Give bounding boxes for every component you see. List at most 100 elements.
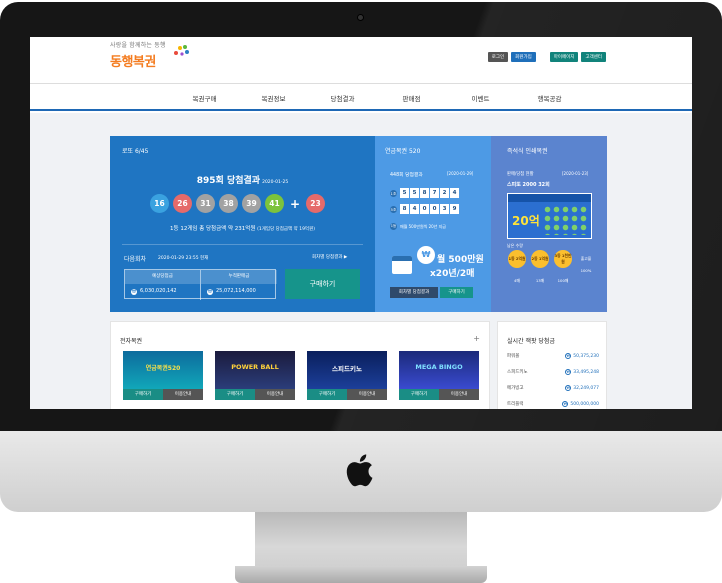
game-thumbnail[interactable]: POWER BALL	[215, 351, 295, 389]
jackpot-amount-wrap: ₩32,249,077	[565, 385, 599, 391]
card-buttons: 구매하기 이용안내	[215, 389, 295, 400]
game-guide-button[interactable]: 이용안내	[255, 389, 295, 400]
pension-panel: 연금복권 520 448회 당첨결과 [2020-01-29] 1조 5 5 8…	[375, 136, 491, 312]
expected-prize-value-row: ₩ 6,030,020,142	[125, 284, 200, 299]
instant-rank-grid: 1등 2억원 4매 2등 1억원 13매 3등 1천만원 100매 출고율 10…	[507, 250, 596, 284]
lotto-balls: 16 26 31 38 39 41 + 23	[150, 194, 325, 213]
pension-digit: 9	[450, 204, 459, 214]
jackpot-name: 메가빙고	[507, 386, 524, 391]
release-rate-value: 100%	[580, 268, 592, 273]
lotto-draw-text: 895회 당첨결과	[196, 176, 261, 186]
nav-item-stores[interactable]: 판매점	[377, 93, 446, 103]
jackpot-row[interactable]: 스피드키노 ₩33,495,248	[507, 369, 599, 377]
calendar-icon	[392, 256, 412, 274]
nav-item-events[interactable]: 이벤트	[446, 93, 515, 103]
sales-table: 예상당첨금 ₩ 6,030,020,142 누적판매금 ₩ 25,072,114…	[124, 269, 277, 300]
game-title: POWER BALL	[231, 363, 279, 371]
customer-center-button[interactable]: 고객센터	[581, 52, 606, 62]
game-guide-button[interactable]: 이용안내	[439, 389, 479, 400]
card-buttons: 구매하기 이용안내	[307, 389, 387, 400]
lotto-buy-button[interactable]: 구매하기	[285, 269, 360, 299]
lotto-draw-title[interactable]: 895회 당첨결과 2020-01-25	[110, 173, 375, 186]
pension-results-button[interactable]: 회차별 당첨결과	[390, 287, 438, 298]
lotto-panel: 로또 6/45 895회 당첨결과 2020-01-25 16 26 31 38 …	[110, 136, 375, 312]
jackpot-amount: 50,375,230	[573, 353, 599, 359]
lotto-draw-date: 2020-01-25	[262, 180, 289, 185]
jackpot-name: 트리플럭	[507, 402, 524, 407]
divider	[122, 244, 363, 245]
jackpot-row[interactable]: 트리플럭 ₩500,000,000	[507, 401, 599, 409]
jackpot-row[interactable]: 파워볼 ₩50,375,230	[507, 353, 599, 361]
nav-item-buy[interactable]: 복권구매	[170, 93, 239, 103]
instant-sub: 판매/당첨 현황	[507, 172, 534, 177]
instant-panel: 즉석식 인쇄복권 판매/당첨 현황 [2020-01-23] 스피또 2000 …	[491, 136, 607, 312]
total-sales-label: 누적판매금	[201, 270, 277, 284]
monitor-chin	[0, 431, 722, 512]
game-guide-button[interactable]: 이용안내	[163, 389, 203, 400]
logo-flower-icon	[174, 45, 189, 56]
game-thumbnail[interactable]: 스피드키노	[307, 351, 387, 389]
nav-item-happiness[interactable]: 행복공감	[515, 93, 584, 103]
lotto-bonus-ball: 23	[306, 194, 325, 213]
lotto-ball: 26	[173, 194, 192, 213]
jackpot-amount-wrap: ₩33,495,248	[565, 369, 599, 375]
game-buy-button[interactable]: 구매하기	[399, 389, 439, 400]
game-thumbnail[interactable]: MEGA BINGO	[399, 351, 479, 389]
game-buy-button[interactable]: 구매하기	[307, 389, 347, 400]
game-card: 연금복권520 구매하기 이용안내	[123, 351, 203, 400]
game-thumbnail[interactable]: 연금복권520	[123, 351, 203, 389]
pension-digit: 2	[440, 188, 449, 198]
login-button[interactable]: 로그인	[487, 52, 509, 62]
signup-button[interactable]: 회원가입	[511, 52, 536, 62]
instant-game: 스피또 2000 32회	[507, 182, 550, 188]
pension-note: 1등 매월 500만원씩 20년 지급	[390, 223, 446, 230]
game-guide-button[interactable]: 이용안내	[347, 389, 387, 400]
release-rate-col: 출고율 100%	[576, 250, 596, 284]
pension-digit: 4	[410, 204, 419, 214]
prev-results-link[interactable]: 회차별 당첨결과 ▶	[312, 254, 347, 260]
next-draw-label: 다음회차	[124, 256, 147, 263]
site-logo[interactable]: 사랑을 함께하는 동행 동행복권	[110, 40, 189, 70]
game-title: 스피드키노	[332, 365, 362, 373]
pension-buy-button[interactable]: 구매하기	[440, 287, 473, 298]
game-card: MEGA BINGO 구매하기 이용안내	[399, 351, 479, 400]
lotto-ball: 16	[150, 194, 169, 213]
jackpot-row[interactable]: 메가빙고 ₩32,249,077	[507, 385, 599, 393]
rank-label: 1등	[390, 223, 397, 230]
instant-title: 즉석식 인쇄복권	[507, 148, 548, 155]
lotto-prize-main: 1등 12게임 총 당첨금액 약 231억원	[170, 226, 256, 232]
site-header: 사랑을 함께하는 동행 동행복권 로그인 회원가입 마이페이지 고객센터	[30, 37, 692, 83]
group-label: 5조	[390, 205, 397, 213]
pension-digit: 7	[430, 188, 439, 198]
nav-item-info[interactable]: 복권정보	[239, 93, 308, 103]
game-buy-button[interactable]: 구매하기	[123, 389, 163, 400]
pension-banner: ₩ 월 500만원 x20년/2매	[390, 244, 485, 284]
card-buttons: 구매하기 이용안내	[399, 389, 479, 400]
game-buy-button[interactable]: 구매하기	[215, 389, 255, 400]
more-plus-icon[interactable]: +	[473, 334, 480, 343]
jackpot-amount: 33,495,248	[573, 369, 599, 375]
ticket-prize: 20억	[512, 214, 540, 228]
pension-digit: 3	[440, 204, 449, 214]
expected-prize-col: 예상당첨금 ₩ 6,030,020,142	[125, 270, 201, 300]
game-title: 연금복권520	[145, 365, 181, 372]
total-sales-col: 누적판매금 ₩ 25,072,114,000	[201, 270, 277, 300]
mypage-button[interactable]: 마이페이지	[549, 52, 579, 62]
game-cards: 연금복권520 구매하기 이용안내 POWER BALL 구매하기 이용안내 스…	[123, 351, 479, 400]
camera-icon	[357, 14, 364, 21]
ticket-scratch-area	[543, 205, 588, 235]
lotto-prize-sub: (1게임당 당첨금액 약 19억원)	[257, 227, 315, 232]
lotto-ball: 38	[219, 194, 238, 213]
pension-digit: 5	[400, 188, 409, 198]
rank-count: 13매	[535, 278, 545, 283]
apple-logo-icon	[346, 454, 373, 487]
jackpot-amount: 32,249,077	[573, 385, 599, 391]
pension-draw-title: 448회 당첨결과	[390, 173, 423, 178]
expected-prize-label: 예상당첨금	[125, 270, 200, 284]
nav-item-results[interactable]: 당첨결과	[308, 93, 377, 103]
instant-ticket-image[interactable]: 20억	[507, 193, 592, 239]
rank-badge-icon: 2등 1억원	[531, 250, 549, 268]
lotto-ball: 31	[196, 194, 215, 213]
pension-digit: 8	[420, 188, 429, 198]
rank-count: 100매	[557, 278, 569, 283]
